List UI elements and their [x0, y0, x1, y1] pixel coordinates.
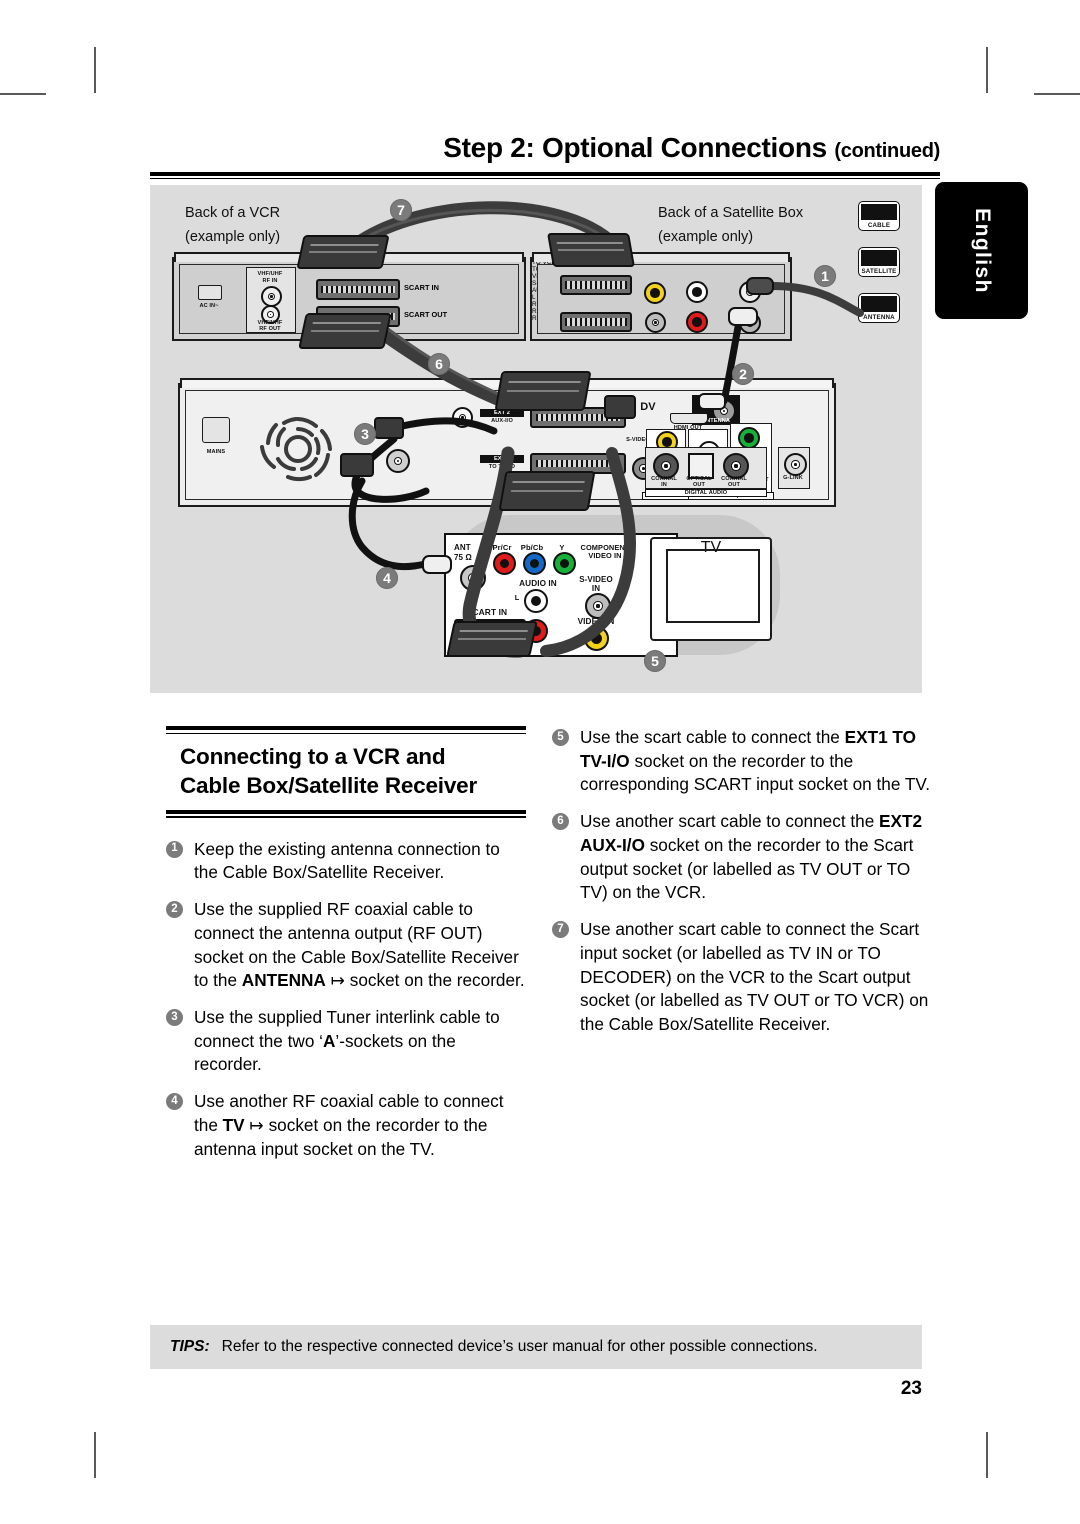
vcr-scart-in-plug [296, 235, 390, 269]
step-number-badge: 5 [552, 726, 574, 797]
recorder-ext1-plug [498, 471, 596, 511]
page-title-text: Step 2: Optional Connections [443, 132, 827, 163]
section-rule-top-thin [166, 732, 526, 734]
diagram-badge-3: 3 [354, 423, 376, 445]
crop-mark-right-top [1034, 93, 1080, 95]
satellite-rf-in-plug [746, 277, 774, 295]
recorder-tuner-plug-b [340, 453, 374, 477]
step-item-2: 2 Use the supplied RF coaxial cable to co… [166, 898, 526, 993]
page-title: Step 2: Optional Connections (continued) [150, 132, 940, 164]
scart-cable-5 [150, 185, 922, 693]
step-text: Use the supplied Tuner interlink cable t… [194, 1007, 500, 1075]
step-item-7: 7 Use another scart cable to connect the … [552, 918, 942, 1037]
section-heading-line2: Cable Box/Satellite Receiver [180, 772, 478, 798]
tips-text: Refer to the respective connected device… [221, 1338, 818, 1355]
satellite-rf-out-plug [728, 307, 758, 326]
step-number-badge: 7 [552, 918, 574, 1037]
diagram-badge-1: 1 [814, 265, 836, 287]
satellite-scart-plug [547, 233, 635, 267]
crop-mark-bottom-left [94, 1432, 96, 1478]
crop-mark-top-right [986, 47, 988, 93]
title-rule [150, 172, 940, 176]
section-rule-bottom [166, 809, 526, 814]
diagram-badge-5: 5 [644, 650, 666, 672]
step-number-badge: 4 [166, 1090, 188, 1161]
language-tab: English [935, 182, 1028, 319]
page-number: 23 [900, 1378, 922, 1399]
tv-ant-plug [422, 555, 452, 574]
step-text: Use the supplied RF coaxial cable to con… [194, 899, 525, 991]
diagram-badge-7: 7 [390, 199, 412, 221]
crop-mark-top-left [94, 47, 96, 93]
recorder-antenna-plug [698, 393, 726, 410]
diagram-badge-6: 6 [428, 353, 450, 375]
diagram-badge-4: 4 [376, 567, 398, 589]
step-text: Use another scart cable to connect the S… [580, 919, 929, 1035]
title-rule-thin [150, 178, 940, 179]
step-item-6: 6 Use another scart cable to connect the … [552, 810, 942, 905]
step-item-1: 1 Keep the existing antenna connection to… [166, 838, 526, 885]
section-heading-line1: Connecting to a VCR and [180, 744, 446, 769]
crop-mark-left-top [0, 93, 46, 95]
connection-diagram: Back of a VCR (example only) Back of a S… [150, 185, 922, 693]
section-heading: Connecting to a VCR and Cable Box/Satell… [180, 743, 526, 801]
right-column: 5 Use the scart cable to connect the EXT1… [552, 726, 942, 1050]
recorder-dv-plug [604, 395, 636, 419]
section-rule-bottom-thin [166, 816, 526, 818]
step-text: Use another RF coaxial cable to connect … [194, 1091, 504, 1159]
step-item-5: 5 Use the scart cable to connect the EXT1… [552, 726, 942, 797]
steps-list-left: 1 Keep the existing antenna connection to… [166, 838, 526, 1162]
crop-mark-bottom-right [986, 1432, 988, 1478]
steps-list-right: 5 Use the scart cable to connect the EXT1… [552, 726, 942, 1037]
diagram-badge-2: 2 [732, 363, 754, 385]
page-title-continued: (continued) [834, 140, 940, 162]
language-tab-label: English [970, 207, 994, 294]
tips-bar: TIPS: Refer to the respective connected … [150, 1325, 922, 1369]
tips-label: TIPS: [170, 1338, 210, 1355]
step-number-badge: 3 [166, 1006, 188, 1077]
vcr-scart-out-plug [298, 313, 392, 349]
recorder-tuner-plug-a [374, 417, 404, 439]
step-text: Keep the existing antenna connection to … [194, 838, 500, 883]
step-item-4: 4 Use another RF coaxial cable to connect… [166, 1090, 526, 1161]
section-rule-top [166, 726, 526, 730]
tv-scart-plug [446, 621, 538, 657]
step-text: Use the scart cable to connect the EXT1 … [580, 727, 931, 795]
step-item-3: 3 Use the supplied Tuner interlink cable … [166, 1006, 526, 1077]
step-text: Use another scart cable to connect the E… [580, 811, 923, 903]
step-number-badge: 1 [166, 838, 188, 885]
step-number-badge: 2 [166, 898, 188, 993]
step-number-badge: 6 [552, 810, 574, 905]
left-column: Connecting to a VCR and Cable Box/Satell… [166, 726, 526, 1174]
recorder-ext2-plug [494, 371, 592, 411]
